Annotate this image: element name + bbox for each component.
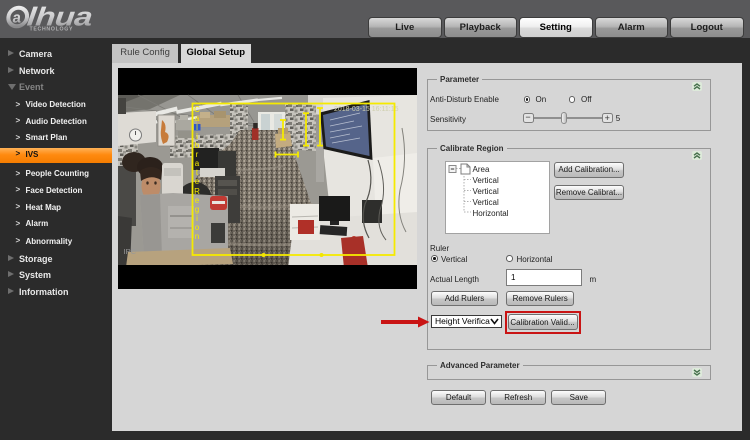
svg-text:i: i <box>196 214 198 223</box>
svg-text:b: b <box>194 141 199 150</box>
svg-text:a: a <box>194 114 199 123</box>
svg-text:a: a <box>194 159 199 168</box>
svg-text:e: e <box>194 177 199 186</box>
svg-text:l: l <box>196 123 198 132</box>
svg-text:r: r <box>195 150 198 159</box>
svg-text:IPC: IPC <box>123 247 136 256</box>
svg-text:R: R <box>194 187 200 196</box>
svg-text:g: g <box>194 205 198 214</box>
svg-text:i: i <box>196 132 198 141</box>
svg-text:n: n <box>194 232 198 241</box>
svg-text:TECHNOLOGY: TECHNOLOGY <box>30 27 74 33</box>
svg-text:o: o <box>194 223 199 232</box>
svg-text:2018-03-15 16:11:15: 2018-03-15 16:11:15 <box>334 106 399 113</box>
svg-text:C: C <box>194 105 200 114</box>
svg-text:e: e <box>194 196 199 205</box>
